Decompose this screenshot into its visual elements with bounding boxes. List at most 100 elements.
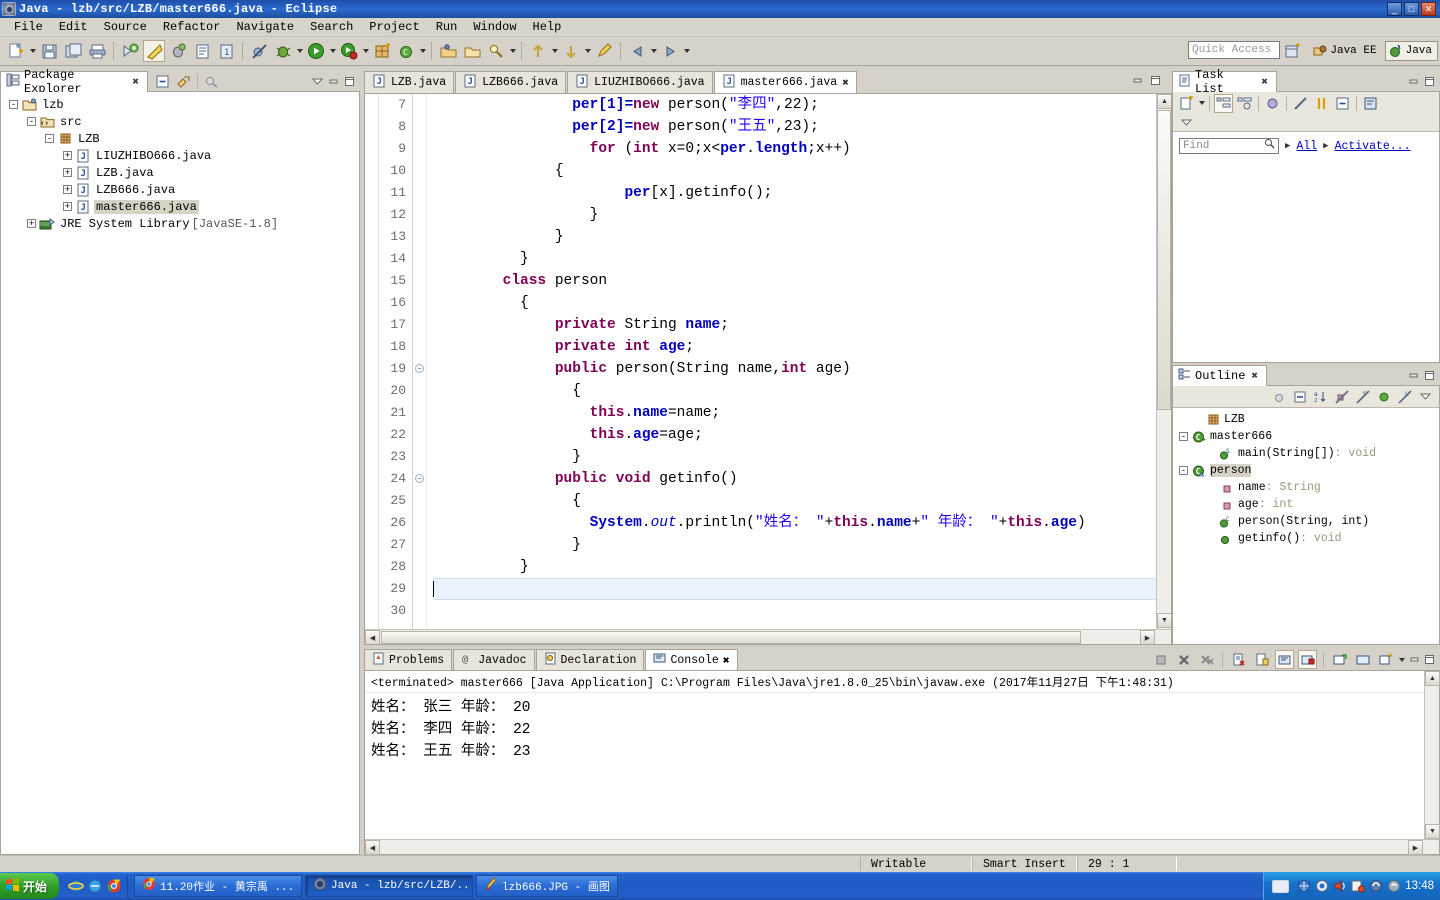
menu-edit[interactable]: Edit — [51, 19, 96, 35]
menu-file[interactable]: File — [6, 19, 51, 35]
close-button[interactable]: ✕ — [1421, 2, 1436, 16]
task-activate-link[interactable]: Activate... — [1335, 140, 1411, 153]
new-dropdown-icon[interactable] — [28, 40, 37, 62]
run-dropdown-icon[interactable] — [328, 40, 337, 62]
new-icon[interactable] — [5, 40, 27, 62]
menu-navigate[interactable]: Navigate — [228, 19, 302, 35]
view-menu-icon[interactable] — [1416, 387, 1435, 406]
editor-code-line[interactable]: { — [433, 160, 1171, 182]
close-icon[interactable]: ✖ — [842, 76, 849, 90]
minimize-console-icon[interactable] — [1408, 653, 1421, 666]
menu-search[interactable]: Search — [302, 19, 361, 35]
editor-code-line[interactable] — [433, 578, 1171, 600]
editor-code-line[interactable]: public person(String name,int age) — [433, 358, 1171, 380]
start-button[interactable]: 开始 — [0, 873, 60, 899]
new-java-project-icon[interactable] — [371, 40, 393, 62]
expand-toggle-icon[interactable]: + — [63, 202, 72, 211]
forward-icon[interactable] — [659, 40, 681, 62]
quick-access-input[interactable]: Quick Access — [1188, 41, 1280, 59]
open-resource-icon[interactable] — [437, 40, 459, 62]
sort-icon[interactable]: az — [1311, 387, 1330, 406]
maximize-view-icon[interactable] — [343, 75, 356, 88]
console-scroll-down-button[interactable]: ▼ — [1425, 824, 1440, 839]
menu-source[interactable]: Source — [96, 19, 155, 35]
editor-code-line[interactable]: per[1]=new person("李四",22); — [433, 94, 1171, 116]
focus-mode-icon[interactable] — [1269, 387, 1288, 406]
pin-console-icon[interactable] — [1298, 650, 1317, 669]
previous-annotation-icon[interactable] — [527, 40, 549, 62]
collapse-toggle-icon[interactable]: - — [1179, 432, 1188, 441]
chrome-icon[interactable] — [106, 878, 122, 894]
editor-vertical-scrollbar[interactable]: ▲ ▼ — [1156, 94, 1171, 644]
task-filter-all-link[interactable]: All — [1296, 140, 1317, 153]
package-explorer-node[interactable]: + J LZB.java — [1, 164, 359, 181]
console-body[interactable]: <terminated> master666 [Java Application… — [364, 670, 1440, 855]
run-last-icon[interactable] — [143, 40, 165, 62]
editor-code-line[interactable]: for (int x=0;x<per.length;x++) — [433, 138, 1171, 160]
console-tab[interactable]: Problems — [364, 649, 453, 670]
editor-tab[interactable]: Jmaster666.java ✖ — [713, 71, 857, 93]
skip-breakpoints-icon[interactable] — [248, 40, 270, 62]
editor-code-line[interactable]: class person — [433, 270, 1171, 292]
outline-node[interactable]: name : String — [1173, 479, 1439, 496]
scheduled-presentation-icon[interactable] — [1235, 94, 1254, 113]
taskbar-clock[interactable]: 13:48 — [1405, 880, 1434, 892]
debug-dropdown-icon[interactable] — [295, 40, 304, 62]
run-icon[interactable] — [305, 40, 327, 62]
console-scroll-left-button[interactable]: ◀ — [365, 840, 380, 855]
remove-launch-icon[interactable] — [1174, 650, 1193, 669]
menu-project[interactable]: Project — [361, 19, 427, 35]
editor-code-line[interactable]: per[x].getinfo(); — [433, 182, 1171, 204]
menu-window[interactable]: Window — [465, 19, 524, 35]
collapse-all-icon[interactable] — [1333, 94, 1352, 113]
network-icon[interactable] — [1297, 879, 1311, 893]
console-scroll-right-button[interactable]: ▶ — [1408, 840, 1423, 855]
editor-code-line[interactable] — [433, 600, 1171, 622]
editor-code-line[interactable]: private String name; — [433, 314, 1171, 336]
editor-code-line[interactable]: } — [433, 204, 1171, 226]
next-annotation-icon[interactable] — [560, 40, 582, 62]
close-icon[interactable]: ✖ — [1251, 369, 1258, 383]
open-repository-task-icon[interactable] — [1361, 94, 1380, 113]
editor-fold-cell[interactable]: − — [413, 468, 426, 490]
hide-local-types-icon[interactable]: L — [1395, 387, 1414, 406]
menu-refactor[interactable]: Refactor — [155, 19, 229, 35]
hide-fields-icon[interactable] — [1332, 387, 1351, 406]
editor-code-line[interactable]: { — [433, 292, 1171, 314]
save-all-icon[interactable] — [62, 40, 84, 62]
editor-code-line[interactable]: } — [433, 248, 1171, 270]
scroll-right-button[interactable]: ▶ — [1140, 630, 1155, 644]
scroll-up-button[interactable]: ▲ — [1157, 94, 1171, 109]
console-tab[interactable]: Declaration — [535, 649, 645, 670]
maximize-view-icon[interactable] — [1423, 75, 1436, 88]
new-task-dropdown-icon[interactable] — [1197, 95, 1206, 111]
editor-code-line[interactable]: per[2]=new person("王五",23); — [433, 116, 1171, 138]
editor-hscroll-thumb[interactable] — [381, 631, 1081, 644]
minimize-editor-icon[interactable] — [1131, 74, 1144, 87]
taskbar-button[interactable]: 11.20作业 - 黄宗禹 ... — [134, 875, 303, 897]
maximize-editor-icon[interactable] — [1149, 74, 1162, 87]
last-edit-location-icon[interactable] — [593, 40, 615, 62]
editor-code-line[interactable]: } — [433, 446, 1171, 468]
back-icon[interactable] — [626, 40, 648, 62]
outline-node[interactable]: Smain(String[]) : void — [1173, 445, 1439, 462]
categorized-presentation-icon[interactable] — [1214, 93, 1233, 113]
minimize-button[interactable]: _ — [1387, 2, 1402, 16]
package-explorer-node[interactable]: - lzb — [1, 96, 359, 113]
outline-node[interactable]: getinfo() : void — [1173, 530, 1439, 547]
maximize-button[interactable]: □ — [1404, 2, 1419, 16]
scroll-left-button[interactable]: ◀ — [365, 630, 380, 644]
editor-code-line[interactable]: this.name=name; — [433, 402, 1171, 424]
menu-run[interactable]: Run — [428, 19, 466, 35]
package-explorer-node[interactable]: + JRE System Library [JavaSE-1.8] — [1, 215, 359, 232]
forward-dropdown-icon[interactable] — [682, 40, 691, 62]
editor-fold-cell[interactable]: − — [413, 358, 426, 380]
perspective-java-ee[interactable]: Java EE — [1309, 41, 1382, 61]
editor-code-line[interactable]: private int age; — [433, 336, 1171, 358]
editor-code-line[interactable]: { — [433, 490, 1171, 512]
package-explorer-node[interactable]: + J LIUZHIBO666.java — [1, 147, 359, 164]
editor-tab[interactable]: J LZB.java — [364, 71, 455, 93]
outline-node[interactable]: age : int — [1173, 496, 1439, 513]
console-scroll-up-button[interactable]: ▲ — [1425, 671, 1440, 686]
close-icon[interactable]: ✖ — [132, 75, 139, 89]
